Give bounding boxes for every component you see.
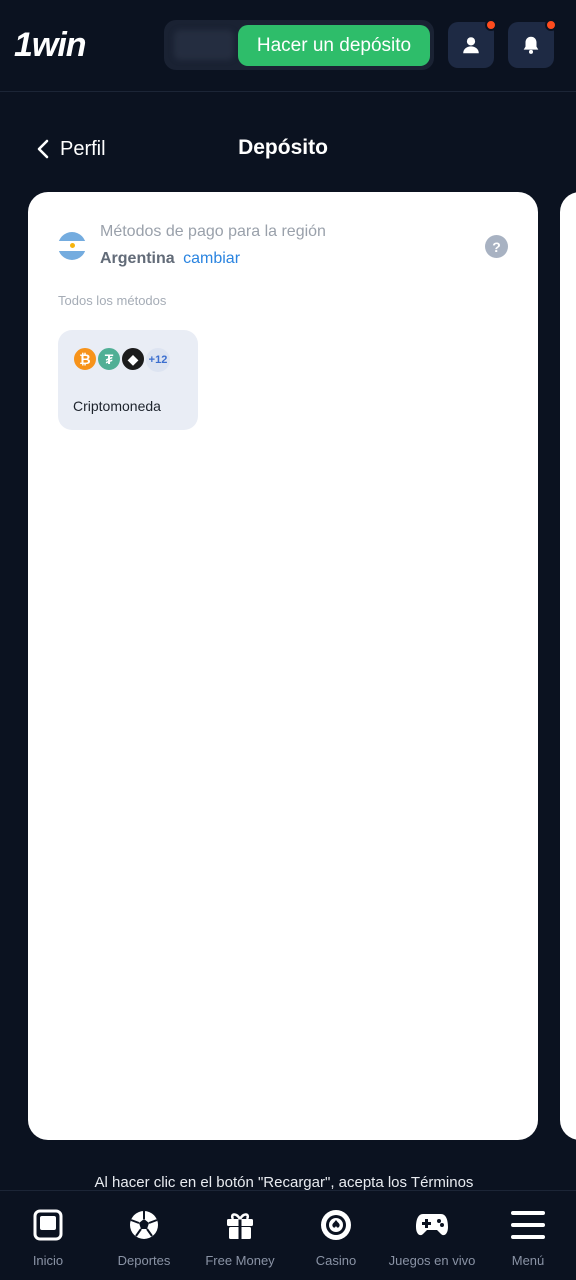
bell-icon [523, 36, 539, 54]
ethereum-icon: ◆ [120, 346, 146, 372]
home-icon [33, 1209, 63, 1241]
notifications-button[interactable] [508, 19, 557, 68]
profile-button[interactable] [448, 19, 497, 68]
nav-item-inicio[interactable]: Inicio [0, 1191, 96, 1280]
nav-item-deportes[interactable]: Deportes [96, 1191, 192, 1280]
page-title: Depósito [238, 136, 328, 159]
notification-dot [485, 19, 497, 31]
more-coins-badge: +12 [144, 346, 172, 374]
nav-item-free-money[interactable]: Free Money [192, 1191, 288, 1280]
payment-method-crypto[interactable]: ₿ ₮ ◆ +12 Criptomoneda [58, 330, 198, 430]
casino-chip-icon [321, 1210, 351, 1240]
nav-label: Inicio [32, 1253, 64, 1268]
gift-icon [227, 1213, 253, 1239]
notification-dot [545, 19, 557, 31]
user-icon [463, 37, 479, 54]
method-name: Criptomoneda [73, 398, 161, 414]
soccer-ball-icon [130, 1211, 158, 1239]
payment-methods-card: Métodos de pago para la región Argentina… [28, 192, 538, 1140]
nav-label: Menú [511, 1253, 545, 1268]
nav-item-juegos-en-vivo[interactable]: Juegos en vivo [384, 1191, 480, 1280]
section-label: Todos los métodos [58, 293, 167, 308]
bottom-navigation: Inicio Deportes Free Money Casino Juegos… [0, 1190, 576, 1280]
nav-label: Free Money [205, 1253, 275, 1268]
next-card-peek [560, 192, 576, 1140]
change-region-link[interactable]: cambiar [183, 250, 240, 267]
make-deposit-button[interactable]: Hacer un depósito [238, 25, 430, 66]
nav-item-casino[interactable]: Casino [288, 1191, 384, 1280]
nav-label: Juegos en vivo [388, 1253, 476, 1268]
region-country: Argentina [100, 250, 175, 267]
terms-notice: Al hacer clic en el botón "Recargar", ac… [94, 1174, 474, 1191]
brand-logo[interactable]: 1win [14, 26, 87, 65]
tether-icon: ₮ [96, 346, 122, 372]
region-value: Argentina cambiar [100, 250, 240, 268]
crypto-coins: ₿ ₮ ◆ +12 [72, 346, 172, 374]
menu-icon [511, 1211, 545, 1239]
argentina-flag-icon [58, 232, 86, 260]
nav-label: Casino [315, 1253, 357, 1268]
top-header: 1win Hacer un depósito [0, 0, 576, 92]
nav-label: Deportes [117, 1253, 171, 1268]
gamepad-icon [416, 1214, 448, 1236]
nav-item-menu[interactable]: Menú [480, 1191, 576, 1280]
help-icon[interactable]: ? [485, 235, 508, 258]
region-label: Métodos de pago para la región [100, 223, 326, 240]
balance-blurred [174, 30, 234, 60]
bitcoin-icon: ₿ [72, 346, 98, 372]
